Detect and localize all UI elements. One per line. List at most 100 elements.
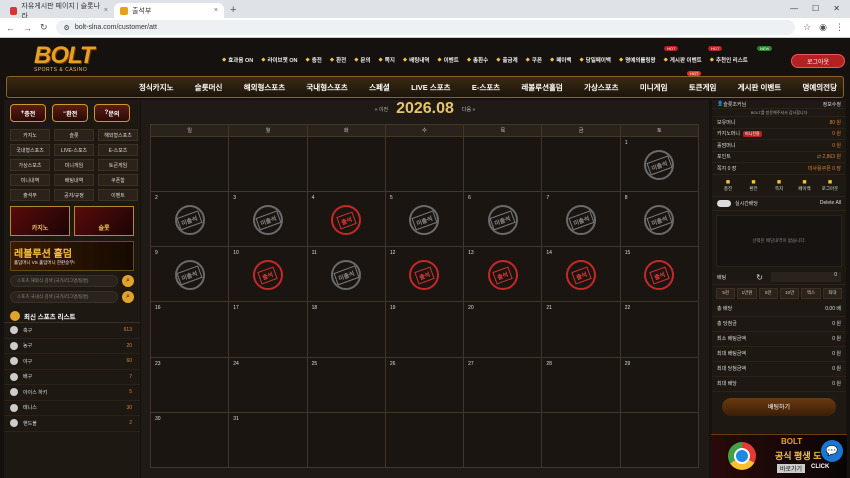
- place-bet-button[interactable]: 배팅하기: [722, 397, 836, 416]
- main-nav-item[interactable]: 가상스포츠: [584, 82, 619, 93]
- category-button[interactable]: 카지노: [10, 129, 50, 141]
- account-action-button[interactable]: ■ 환전: [744, 179, 764, 192]
- sport-row[interactable]: 핸드볼 2: [4, 416, 140, 432]
- main-nav-item[interactable]: 해외형스포츠: [244, 82, 285, 93]
- browser-tab-2[interactable]: 출석부 ×: [114, 3, 224, 18]
- live-odds-toggle[interactable]: [717, 199, 731, 207]
- top-menu-item[interactable]: ◆ 배팅내역: [403, 56, 429, 64]
- category-button[interactable]: 해외형스포츠: [98, 129, 138, 141]
- amount-chip[interactable]: 5만: [758, 287, 778, 299]
- search-icon[interactable]: ⌕: [122, 290, 134, 303]
- amount-chip[interactable]: 맥스: [801, 287, 821, 299]
- url-field[interactable]: ⚙ bolt-slna.com/customer/att: [55, 20, 796, 35]
- reload-icon[interactable]: ↻: [40, 22, 48, 33]
- amount-chip[interactable]: 10만: [780, 287, 800, 299]
- bet-amount-input[interactable]: 0: [771, 272, 841, 282]
- sport-row[interactable]: 배구 7: [4, 370, 140, 385]
- promo-link[interactable]: 바로가기: [777, 464, 806, 473]
- top-menu-item[interactable]: ◆ 문의: [354, 56, 370, 64]
- minimize-icon[interactable]: —: [790, 4, 798, 13]
- site-info-icon[interactable]: ⚙: [64, 24, 70, 32]
- sport-row[interactable]: 야구 60: [4, 354, 140, 370]
- top-menu-item[interactable]: ◆ 충전: [305, 56, 321, 64]
- main-nav-item[interactable]: E-스포츠: [472, 82, 500, 93]
- sport-row[interactable]: 농구 20: [4, 339, 140, 354]
- new-tab-button[interactable]: +: [224, 4, 242, 18]
- top-menu-item[interactable]: ◆ 쪽지: [379, 56, 395, 64]
- main-nav-item[interactable]: 국내형스포츠: [306, 82, 347, 93]
- deposit-button[interactable]: + 충전: [10, 104, 46, 122]
- main-nav-item[interactable]: 레볼루션홀덤: [521, 82, 562, 93]
- logout-button[interactable]: 로그아웃: [791, 54, 845, 68]
- bookmark-star-icon[interactable]: ☆: [803, 22, 811, 33]
- main-nav-item[interactable]: 정식카지노: [139, 82, 174, 93]
- next-month-link[interactable]: 다음 »: [462, 106, 475, 113]
- main-nav-item[interactable]: 슬롯머신: [195, 82, 223, 93]
- slot-banner[interactable]: 슬롯: [74, 206, 134, 236]
- account-action-button[interactable]: ■ 페이백: [795, 179, 815, 192]
- top-menu-item[interactable]: ◆ 총환수: [467, 56, 488, 64]
- category-button[interactable]: 출석부: [10, 189, 50, 201]
- sport-row[interactable]: 아이스 하키 5: [4, 385, 140, 401]
- main-nav-item[interactable]: 스페셜: [369, 82, 390, 93]
- category-button[interactable]: 이벤트: [98, 189, 138, 201]
- holdem-banner[interactable]: 레볼루션 홀덤 홀덤머니 VS 홀덤머니 한판승부!: [10, 241, 134, 271]
- forward-icon[interactable]: →: [23, 23, 32, 33]
- browser-tab-1[interactable]: 자유게시판 페이지 | 슬롯나라 ×: [4, 3, 114, 20]
- inquiry-button[interactable]: ? 문의: [94, 104, 130, 122]
- casino-banner[interactable]: 카지노: [10, 206, 70, 236]
- top-menu-item[interactable]: ◆ 페이백: [550, 56, 571, 64]
- account-action-button[interactable]: ■ 충전: [718, 179, 738, 192]
- sport-row[interactable]: 축구 613: [4, 323, 140, 339]
- money-convert-button[interactable]: 머니전환: [743, 130, 762, 137]
- category-button[interactable]: 쿠폰함: [98, 174, 138, 186]
- category-button[interactable]: 토큰게임: [98, 159, 138, 171]
- edit-info-link[interactable]: 정보수정: [823, 101, 841, 108]
- search-icon[interactable]: ⌕: [122, 274, 134, 287]
- top-menu-item[interactable]: ◆ 쿠폰: [526, 56, 542, 64]
- chat-icon[interactable]: 💬: [821, 440, 843, 462]
- top-menu-item[interactable]: ◆ 이벤트: [437, 56, 458, 64]
- main-nav-item[interactable]: 토큰게임: [689, 82, 717, 93]
- top-menu-item[interactable]: ◆ 게시판 이벤트: [664, 56, 702, 64]
- close-icon[interactable]: ×: [214, 7, 218, 14]
- delete-all-button[interactable]: Delete All: [820, 200, 841, 206]
- top-menu-item[interactable]: ◆ 라이브챗 ON: [261, 56, 297, 64]
- category-button[interactable]: 미니게임: [54, 159, 94, 171]
- search-domestic-input[interactable]: 스포츠 국내식 검색 (국가/리그명/팀명): [10, 290, 118, 303]
- profile-icon[interactable]: ◉: [819, 22, 827, 33]
- category-button[interactable]: 가상스포츠: [10, 159, 50, 171]
- category-button[interactable]: 국내형스포츠: [10, 144, 50, 156]
- back-icon[interactable]: ←: [6, 23, 15, 33]
- top-menu-item[interactable]: ◆ 명예의롤링왕: [619, 56, 656, 64]
- category-button[interactable]: LIVE-스포츠: [54, 144, 94, 156]
- close-icon[interactable]: ×: [104, 7, 108, 14]
- main-nav-item[interactable]: 명예의전당: [802, 82, 837, 93]
- top-menu-item[interactable]: ◆ 환전: [330, 56, 346, 64]
- category-button[interactable]: 공지/규정: [54, 189, 94, 201]
- menu-icon[interactable]: ⋮: [835, 22, 844, 33]
- prev-month-link[interactable]: « 이전: [375, 106, 388, 113]
- main-nav-item[interactable]: 게시판 이벤트: [738, 82, 781, 93]
- category-button[interactable]: E-스포츠: [98, 144, 138, 156]
- close-window-icon[interactable]: ✕: [833, 4, 840, 13]
- category-button[interactable]: 슬롯: [54, 129, 94, 141]
- main-nav-item[interactable]: LIVE 스포츠: [411, 82, 450, 93]
- amount-chip[interactable]: 5천: [716, 287, 736, 299]
- top-menu-item[interactable]: ◆ 출금계: [496, 56, 517, 64]
- account-action-button[interactable]: ■ 로그아웃: [820, 179, 840, 192]
- amount-chip[interactable]: 최대: [822, 287, 842, 299]
- account-action-button[interactable]: ■ 쪽지: [769, 179, 789, 192]
- top-menu-item[interactable]: ◆ 효과음 ON: [222, 56, 253, 64]
- maximize-icon[interactable]: ☐: [812, 4, 819, 13]
- search-overseas-input[interactable]: 스포츠 해외식 검색 (국가/리그명/팀명): [10, 274, 118, 287]
- site-logo[interactable]: BOLT SPORTS & CASINO: [34, 42, 106, 74]
- reset-icon[interactable]: ↻: [756, 273, 763, 282]
- withdraw-button[interactable]: − 환전: [52, 104, 88, 122]
- sport-row[interactable]: 테니스 30: [4, 401, 140, 416]
- main-nav-item[interactable]: 미니게임: [640, 82, 668, 93]
- category-button[interactable]: 미니내역: [10, 174, 50, 186]
- top-menu-item[interactable]: ◆ 당일페이백: [579, 56, 611, 64]
- top-menu-item[interactable]: ◆ 추천인 리스트: [710, 56, 748, 64]
- amount-chip[interactable]: 1만원: [737, 287, 757, 299]
